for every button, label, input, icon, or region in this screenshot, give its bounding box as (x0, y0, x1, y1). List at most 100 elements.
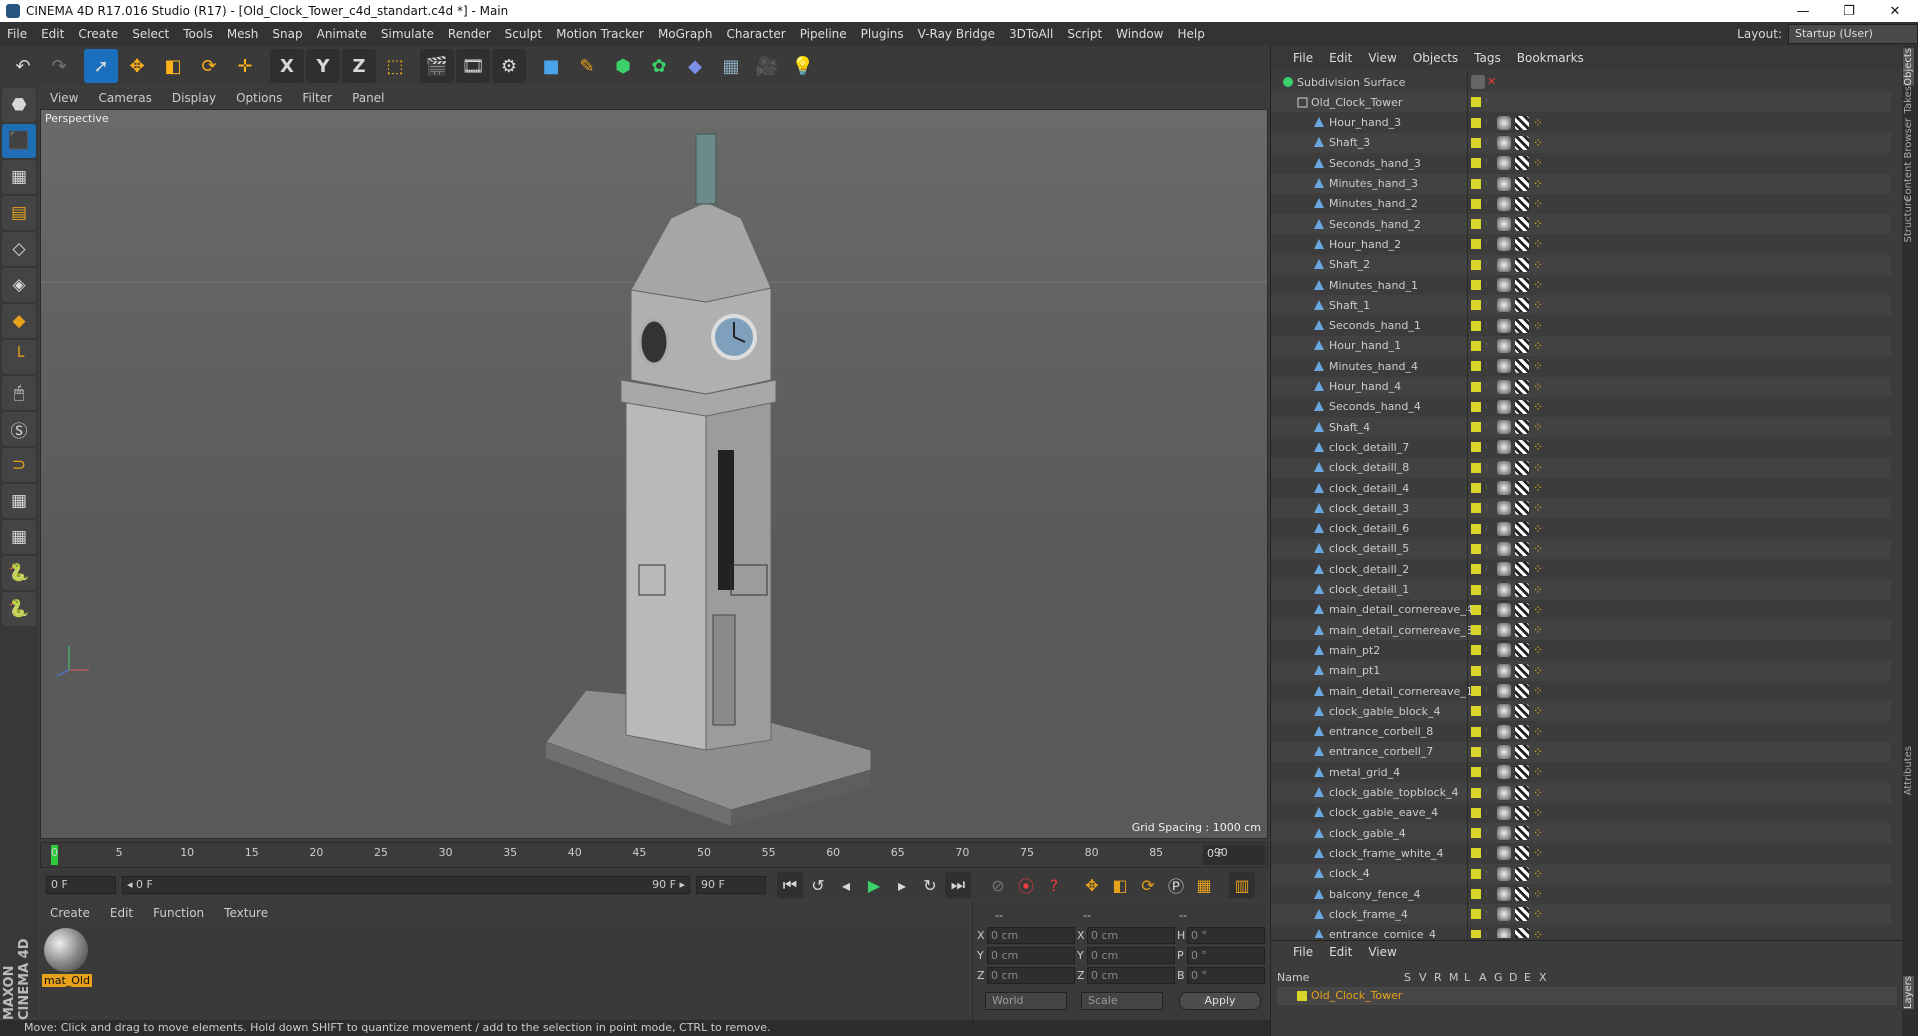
object-row[interactable]: entrance_cornice_4 ⁝ ⁘ (1271, 925, 1891, 938)
uvw-tag-icon[interactable] (1515, 785, 1529, 800)
render-view-icon[interactable]: 🎬 (420, 49, 454, 83)
menu-mesh[interactable]: Mesh (220, 27, 266, 41)
object-row[interactable]: Hour_hand_1 ⁝ ⁘ (1271, 335, 1891, 356)
visibility-dots-icon[interactable]: ⁝ (1485, 280, 1491, 290)
phong-tag-icon[interactable] (1497, 907, 1511, 922)
phong-tag-icon[interactable] (1497, 176, 1511, 191)
disable-x-icon[interactable]: ✕ (1487, 75, 1501, 89)
uvw-tag-icon[interactable] (1515, 278, 1529, 292)
object-row[interactable]: clock_detaill_3 ⁝ ⁘ (1271, 498, 1891, 519)
menu-motion-tracker[interactable]: Motion Tracker (549, 27, 651, 41)
material-tag-icon[interactable]: ⁘ (1533, 826, 1547, 840)
material-tag-icon[interactable]: ⁘ (1533, 339, 1547, 353)
model-mode-icon[interactable]: ⬛ (2, 124, 36, 158)
uvw-tag-icon[interactable] (1515, 521, 1529, 536)
phong-tag-icon[interactable] (1497, 765, 1511, 780)
visibility-dots-icon[interactable]: ⁝ (1485, 848, 1491, 858)
material-tag-icon[interactable]: ⁘ (1533, 583, 1547, 597)
objects-menu-file[interactable]: File (1285, 51, 1321, 65)
object-row[interactable]: Minutes_hand_2 ⁝ ⁘ (1271, 194, 1891, 214)
side-tab-structure[interactable]: Structure (1903, 196, 1914, 243)
uvw-tag-icon[interactable] (1515, 379, 1529, 394)
layer-column-name[interactable]: Name (1277, 971, 1309, 984)
menu-tools[interactable]: Tools (176, 27, 220, 41)
subdivision-icon[interactable]: ⬢ (606, 49, 640, 83)
camera-icon[interactable]: 🎥 (750, 49, 784, 83)
uvw-tag-icon[interactable] (1515, 176, 1529, 191)
material-preview-ball[interactable] (44, 928, 88, 972)
visibility-dots-icon[interactable]: ⁝ (1485, 300, 1491, 310)
points-mode-icon[interactable]: ◇ (2, 232, 36, 266)
next-frame-icon[interactable]: ▸ (889, 872, 915, 898)
material-tag-icon[interactable]: ⁘ (1533, 907, 1547, 921)
visibility-dots-icon[interactable]: ⁝ (1485, 382, 1491, 392)
array-icon[interactable]: ✿ (642, 49, 676, 83)
key-scale-icon[interactable]: ◧ (1107, 872, 1133, 898)
visibility-dots-icon[interactable]: ⁝ (1485, 625, 1491, 635)
uvw-tag-icon[interactable] (1515, 887, 1529, 901)
rotation-h-field[interactable]: 0 ° (1187, 927, 1265, 944)
object-row[interactable]: clock_detaill_7 ⁝ ⁘ (1271, 437, 1891, 457)
make-editable-icon[interactable]: ⬣ (2, 88, 36, 122)
uvw-tag-icon[interactable] (1515, 338, 1529, 353)
object-row[interactable]: clock_detaill_1 ⁝ ⁘ (1271, 579, 1891, 600)
python-icon[interactable]: 🐍 (2, 556, 36, 590)
visibility-dots-icon[interactable]: ⁝ (1485, 645, 1491, 655)
menu-script[interactable]: Script (1060, 27, 1109, 41)
material-tag-icon[interactable]: ⁘ (1533, 116, 1547, 130)
menu-plugins[interactable]: Plugins (854, 27, 911, 41)
record-active-icon[interactable]: ⦿ (1013, 872, 1039, 898)
object-row[interactable]: main_detail_cornereave_3 ⁝ ⁘ (1271, 620, 1891, 641)
material-tag-icon[interactable]: ⁘ (1533, 806, 1547, 820)
material-tag-icon[interactable]: ⁘ (1533, 846, 1547, 860)
visibility-dots-icon[interactable]: ⁝ (1485, 260, 1491, 270)
object-row[interactable]: Shaft_4 ⁝ ⁘ (1271, 417, 1891, 438)
phong-tag-icon[interactable] (1497, 420, 1511, 435)
timeline-window-icon[interactable]: ▥ (1229, 872, 1255, 898)
uvw-tag-icon[interactable] (1515, 196, 1529, 211)
material-tag-icon[interactable]: ⁘ (1533, 765, 1547, 779)
layers-menu-view[interactable]: View (1360, 945, 1404, 959)
visibility-dots-icon[interactable]: ⁝ (1485, 422, 1491, 432)
visibility-dots-icon[interactable]: ⁝ (1485, 524, 1491, 534)
material-tag-icon[interactable]: ⁘ (1533, 522, 1547, 536)
layer-column-e[interactable]: E (1524, 971, 1531, 984)
pen-icon[interactable]: ✎ (570, 49, 604, 83)
current-frame-field[interactable]: 0 F (1203, 845, 1265, 865)
edit-render-settings-icon[interactable]: ⚙ (492, 49, 526, 83)
auto-keying-icon[interactable]: ? (1041, 872, 1067, 898)
material-tag-icon[interactable]: ⁘ (1533, 177, 1547, 191)
uvw-tag-icon[interactable] (1515, 501, 1529, 516)
menu-v-ray-bridge[interactable]: V-Ray Bridge (911, 27, 1002, 41)
material-menu-edit[interactable]: Edit (100, 906, 143, 920)
size-y-field[interactable]: 0 cm (1087, 947, 1175, 964)
visibility-dots-icon[interactable]: ⁝ (1485, 158, 1491, 168)
scale-icon[interactable]: ◧ (156, 49, 190, 83)
phong-tag-icon[interactable] (1497, 744, 1511, 759)
record-keys-disabled-icon[interactable]: ⊘ (985, 872, 1011, 898)
move-icon[interactable]: ✥ (120, 49, 154, 83)
object-row[interactable]: clock_detaill_2 ⁝ ⁘ (1271, 559, 1891, 579)
redo-icon[interactable]: ↷ (42, 49, 76, 83)
material-tag-icon[interactable]: ⁘ (1533, 725, 1547, 739)
phong-tag-icon[interactable] (1497, 257, 1511, 272)
menu-simulate[interactable]: Simulate (374, 27, 441, 41)
material-tag-icon[interactable]: ⁘ (1533, 664, 1547, 678)
planar-workplane-icon[interactable]: ▦ (2, 520, 36, 554)
material-tag-icon[interactable]: ⁘ (1533, 704, 1547, 718)
apply-button[interactable]: Apply (1179, 992, 1261, 1010)
phong-tag-icon[interactable] (1497, 278, 1511, 292)
uvw-tag-icon[interactable] (1515, 866, 1529, 881)
menu-character[interactable]: Character (719, 27, 792, 41)
phong-tag-icon[interactable] (1497, 460, 1511, 475)
visibility-dots-icon[interactable]: ⁝ (1485, 199, 1491, 209)
object-row[interactable]: Minutes_hand_4 ⁝ ⁘ (1271, 356, 1891, 376)
menu-window[interactable]: Window (1109, 27, 1170, 41)
material-tag-icon[interactable]: ⁘ (1533, 643, 1547, 657)
object-row[interactable]: clock_detaill_5 ⁝ ⁘ (1271, 538, 1891, 559)
material-tag-icon[interactable]: ⁘ (1533, 928, 1547, 938)
visibility-dots-icon[interactable]: ⁝ (1485, 442, 1491, 452)
visibility-dots-icon[interactable]: ⁝ (1485, 727, 1491, 737)
visibility-dots-icon[interactable]: ⁝ (1485, 219, 1491, 229)
end-frame-field[interactable]: 90 F (696, 876, 766, 894)
